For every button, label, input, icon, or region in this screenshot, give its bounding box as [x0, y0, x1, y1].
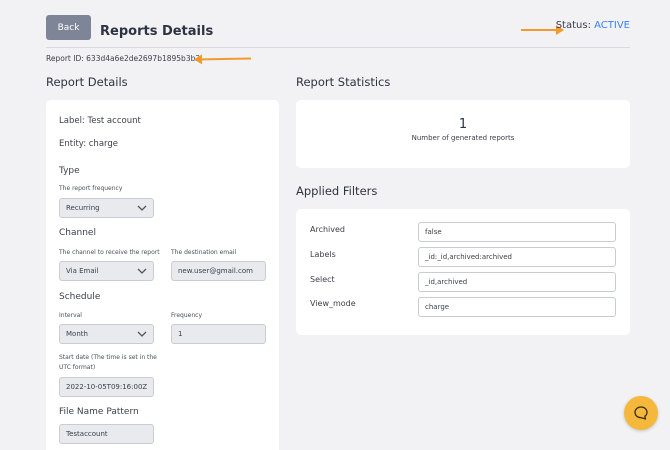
frequency-select[interactable]: Recurring [59, 198, 154, 218]
report-statistics-card: 1 Number of generated reports [296, 100, 630, 168]
email-field[interactable]: new.user@gmail.com [171, 261, 266, 281]
status-indicator: Status: ACTIVE [556, 20, 630, 31]
interval-select-value: Month [66, 330, 88, 338]
channel-select[interactable]: Via Email [59, 261, 154, 281]
filter-value-archived[interactable]: false [418, 222, 616, 242]
report-label: Label: Test account [59, 116, 141, 126]
filter-value-select[interactable]: _id,archived [418, 272, 616, 292]
interval-label: Interval [59, 312, 82, 319]
report-statistics-title: Report Statistics [296, 75, 391, 89]
frequency-number-field[interactable]: 1 [171, 324, 266, 344]
annotation-arrow-left [194, 57, 252, 61]
applied-filters-title: Applied Filters [296, 184, 378, 198]
chevron-down-icon [137, 331, 147, 337]
frequency-label: The report frequency [59, 185, 123, 192]
chevron-down-icon [137, 205, 147, 211]
report-details-title: Report Details [46, 75, 128, 89]
generated-reports-count: 1 [458, 117, 468, 132]
page-title: Reports Details [100, 24, 214, 39]
channel-label: The channel to receive the report [59, 249, 160, 256]
back-button[interactable]: Back [46, 15, 91, 40]
header-divider [46, 47, 630, 48]
generated-reports-label: Number of generated reports [411, 134, 515, 142]
start-date-label-line2: UTC format) [59, 364, 96, 371]
email-label: The destination email [171, 249, 237, 256]
filter-label-view-mode: View_mode [310, 299, 356, 308]
type-heading: Type [59, 166, 80, 176]
interval-select[interactable]: Month [59, 324, 154, 344]
filter-value-labels[interactable]: _id:_id,archived:archived [418, 247, 616, 267]
channel-select-value: Via Email [66, 267, 99, 275]
chat-button[interactable] [624, 396, 658, 430]
filter-label-labels: Labels [310, 250, 336, 259]
channel-heading: Channel [59, 228, 96, 238]
filter-label-select: Select [310, 275, 335, 284]
start-date-field[interactable]: 2022-10-05T09:16:00Z [59, 377, 154, 397]
chevron-down-icon [137, 268, 147, 274]
status-label: Status: [555, 20, 591, 31]
filter-label-archived: Archived [310, 225, 346, 234]
file-name-heading: File Name Pattern [59, 407, 139, 417]
chat-bubble-icon [634, 406, 648, 420]
report-id: Report ID: 633d4a6e2de2697b1895b3b2 [46, 54, 201, 63]
frequency-select-value: Recurring [66, 204, 100, 212]
frequency-number-label: Frequency [171, 312, 202, 319]
start-date-label-line1: Start date (The time is set in the [59, 354, 157, 361]
filter-value-view-mode[interactable]: charge [418, 297, 616, 317]
schedule-heading: Schedule [59, 292, 101, 302]
report-entity: Entity: charge [59, 139, 119, 149]
file-name-field[interactable]: Testaccount [59, 424, 154, 444]
status-value: ACTIVE [594, 20, 630, 31]
